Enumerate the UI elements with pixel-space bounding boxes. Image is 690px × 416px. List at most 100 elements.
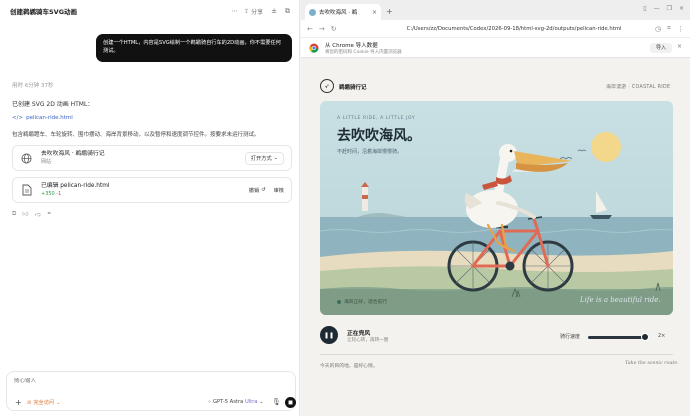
chat-header: 创建鹈鹕骑车SVG动画 ⋯ ⇪ 分享 ± ⧉ — [0, 0, 300, 22]
status-dot — [337, 299, 341, 304]
open-with-label: 打开方式 — [250, 155, 272, 162]
chat-panel: 创建鹈鹕骑车SVG动画 ⋯ ⇪ 分享 ± ⧉ 创建一个HTML，内容是SVG绘制… — [0, 0, 300, 416]
user-message-bubble: 创建一个HTML，内容是SVG绘制一个鹈鹕骑自行车的2D动画，你不需要任何测试。 — [96, 34, 292, 62]
preview-card-subtitle: 网站 — [41, 159, 52, 165]
pause-button[interactable]: ❚❚ — [320, 326, 338, 344]
chevron-down-icon: ⌄ — [259, 399, 264, 405]
review-label: 审核 — [273, 187, 284, 194]
mic-icon[interactable]: 🎙︎ — [272, 398, 281, 406]
edit-card-title: 已编辑 pelican-ride.html — [41, 183, 110, 189]
copy-message-icon[interactable]: ⧉ — [12, 210, 16, 218]
edit-card-stats: +350 -1 — [41, 190, 241, 198]
hero-animation: A LITTLE RIDE, A LITTLE JOY 去吹吹海风。 不赶时间，… — [320, 101, 673, 315]
thumbs-down-icon[interactable]: 👎︎ — [35, 210, 41, 218]
import-subtitle: 将您的密码和 Cookie 导入内置浏览器 — [325, 50, 402, 55]
history-icon[interactable]: ◷ — [655, 25, 661, 33]
footer-right-text: Take the scenic route. — [625, 361, 679, 366]
screenshot-icon[interactable]: ⌗ — [667, 24, 671, 33]
reload-icon[interactable]: ↻ — [331, 25, 337, 33]
sun — [591, 132, 621, 162]
pelican-logo-icon: ➶ — [320, 79, 334, 93]
code-icon: </> — [12, 115, 24, 121]
link-icon[interactable]: ⚭ — [47, 210, 52, 218]
edit-card[interactable]: 已编辑 pelican-ride.html +350 -1 撤销 ↺ 审核 — [12, 177, 292, 203]
more-icon[interactable]: ⋯ — [231, 7, 238, 15]
composer: + ⊘ 完全访问 ⌄ ⁘ GPT-5 Astra Ultra ⌄ 🎙︎ ◼ — [6, 371, 296, 411]
file-link[interactable]: </> pelican-ride.html — [12, 115, 73, 121]
forward-icon[interactable]: → — [319, 25, 325, 33]
file-icon — [20, 184, 33, 197]
share-button[interactable]: ⇪ 分享 — [244, 7, 263, 16]
footer-left-text: 今天的目的地，是好心情。 — [320, 364, 378, 369]
pause-icon: ❚❚ — [323, 331, 335, 339]
hero-slogan: Life is a beautiful ride. — [580, 296, 661, 304]
undo-button[interactable]: 撤销 ↺ — [249, 187, 266, 194]
speed-slider-handle[interactable] — [641, 333, 649, 341]
review-button[interactable]: 审核 — [274, 187, 284, 194]
chrome-logo-icon — [309, 43, 319, 53]
hero-chip: 海风正好，适合前行 — [337, 298, 387, 305]
copy-icon[interactable]: ⧉ — [285, 7, 290, 16]
hero-chip-label: 海风正好，适合前行 — [344, 300, 388, 305]
share-label: 分享 — [251, 8, 264, 16]
model-tier: Ultra — [244, 399, 258, 405]
ride-status-subtitle: 让轮心转，再转一圈 — [347, 338, 389, 343]
access-mode-selector[interactable]: ⊘ 完全访问 ⌄ — [27, 399, 61, 407]
globe-icon — [20, 152, 33, 165]
chevron-down-icon: ⌄ — [273, 155, 278, 161]
file-link-label: pelican-ride.html — [26, 115, 73, 121]
brand-name: 鹈鹕骑行记 — [339, 85, 367, 91]
animation-controls: ❚❚ 正在兜风 让轮心转，再转一圈 骑行速度 2× — [320, 326, 673, 346]
url-field[interactable]: C:/Users/zz/Documents/Codex/2026-09-18/h… — [407, 26, 649, 32]
sparkle-icon: ⁘ — [207, 399, 212, 405]
model-selector[interactable]: ⁘ GPT-5 Astra Ultra ⌄ — [207, 399, 264, 405]
lines-added: +350 — [41, 191, 55, 197]
address-bar: ← → ↻ C:/Users/zz/Documents/Codex/2026-0… — [301, 20, 690, 37]
divider — [320, 354, 673, 355]
thumbs-up-icon[interactable]: 👍︎ — [22, 210, 28, 218]
browser-tab[interactable]: 去吹吹海风 · 鹈 × — [305, 4, 381, 20]
import-title: 从 Chrome 导入数据 — [325, 43, 378, 49]
stop-icon: ◼ — [288, 399, 293, 406]
preview-card[interactable]: 去吹吹海风 · 鹈鹕骑行记 网站 打开方式 ⌄ — [12, 145, 292, 171]
close-banner-icon[interactable]: × — [677, 43, 682, 50]
ride-status-title: 正在兜风 — [347, 331, 371, 337]
back-icon[interactable]: ← — [307, 25, 313, 33]
lines-removed: -1 — [56, 191, 62, 197]
tab-bar: 去吹吹海风 · 鹈 × + ▯ — ❐ × — [301, 0, 690, 20]
menu-icon[interactable]: ⋮ — [677, 25, 684, 33]
composer-input[interactable] — [14, 378, 214, 384]
chat-title: 创建鹈鹕骑车SVG动画 — [10, 8, 78, 16]
elapsed-time[interactable]: 用时 6分钟 37秒 — [12, 81, 54, 89]
assistant-summary: 已创建 SVG 2D 动画 HTML： — [12, 101, 94, 108]
browser-panel: 去吹吹海风 · 鹈 × + ▯ — ❐ × ← → ↻ C:/Users/zz/… — [301, 0, 690, 416]
preview-card-title: 去吹吹海风 · 鹈鹕骑行记 — [41, 151, 105, 157]
web-page: ➶ 鹈鹕骑行记 海岸漫游 · COASTAL RIDE A LITTLE RID… — [301, 58, 690, 416]
minimize-icon[interactable]: — — [654, 5, 660, 12]
speed-slider[interactable] — [588, 336, 648, 339]
sidebar-icon[interactable]: ▯ — [643, 5, 646, 12]
undo-label: 撤销 — [248, 187, 260, 194]
import-button[interactable]: 导入 — [650, 43, 672, 53]
assistant-description: 包含鹈鹕蹬车、车轮旋转、围巾摆动、海岸背景移动，以及暂停和速度调节控件。按要求未… — [12, 132, 260, 138]
brand-tagline: 海岸漫游 · COASTAL RIDE — [606, 85, 671, 90]
model-name: GPT-5 Astra — [213, 399, 244, 405]
close-window-icon[interactable]: × — [679, 5, 684, 12]
tab-title: 去吹吹海风 · 鹈 — [319, 10, 358, 16]
window-controls: ▯ — ❐ × — [643, 5, 684, 12]
undo-icon: ↺ — [261, 187, 266, 193]
tab-close-icon[interactable]: × — [372, 9, 377, 16]
chevron-down-icon: ⌄ — [56, 399, 61, 406]
add-attachment-icon[interactable]: + — [15, 399, 22, 407]
new-tab-icon[interactable]: + — [386, 7, 393, 16]
warning-icon: ⊘ — [27, 399, 32, 406]
open-with-button[interactable]: 打开方式 ⌄ — [244, 151, 284, 165]
diff-icon[interactable]: ± — [271, 7, 277, 15]
speed-value: 2× — [658, 333, 666, 339]
hero-title: 去吹吹海风。 — [337, 128, 421, 144]
share-icon: ⇪ — [244, 7, 250, 15]
hero-subtitle: 不赶时间，沿着海岸慢慢骑。 — [337, 149, 403, 155]
restore-icon[interactable]: ❐ — [667, 5, 672, 12]
message-actions: ⧉ 👍︎ 👎︎ ⚭ — [12, 210, 52, 218]
send-button[interactable]: ◼ — [285, 397, 296, 408]
